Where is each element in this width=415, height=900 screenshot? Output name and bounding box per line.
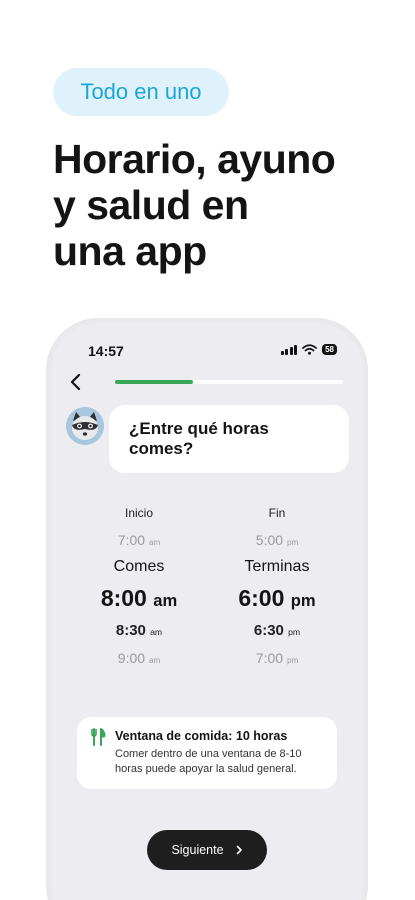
progress-bar xyxy=(115,380,343,384)
start-caption: Comes xyxy=(113,558,165,575)
question-text: ¿Entre qué horas comes? xyxy=(129,419,269,458)
signal-icon xyxy=(280,344,298,355)
end-column-label: Fin xyxy=(268,506,286,520)
status-icons: 58 xyxy=(280,344,337,355)
headline-line-2: y salud en xyxy=(53,182,249,228)
avatar xyxy=(66,407,104,445)
back-button[interactable] xyxy=(69,373,81,395)
status-time: 14:57 xyxy=(88,343,124,359)
info-body: Comer dentro de una ventana de 8-10 hora… xyxy=(115,748,302,775)
start-option[interactable]: 7:00 am xyxy=(69,532,209,548)
end-caption: Terminas xyxy=(244,558,310,575)
headline-line-1: Horario, ayuno xyxy=(53,136,336,182)
question-bubble: ¿Entre qué horas comes? xyxy=(109,405,349,473)
start-selected-time[interactable]: 8:00 am xyxy=(69,585,209,612)
chevron-left-icon xyxy=(70,373,81,391)
battery-icon: 58 xyxy=(322,344,337,355)
progress-fill xyxy=(115,380,193,384)
next-button[interactable]: Siguiente xyxy=(147,830,267,870)
end-option[interactable]: 5:00 pm xyxy=(207,532,347,548)
next-button-label: Siguiente xyxy=(171,843,224,857)
headline-line-3: una app xyxy=(53,228,207,274)
category-badge: Todo en uno xyxy=(53,68,229,116)
phone-mockup: 14:57 58 ¿Entre qué horas comes? Inicio … xyxy=(46,318,368,900)
info-title: Ventana de comida: 10 horas xyxy=(115,729,288,743)
chevron-right-icon xyxy=(236,845,242,855)
app-screen: 14:57 58 ¿Entre qué horas comes? Inicio … xyxy=(51,323,363,900)
fork-knife-icon xyxy=(91,728,106,746)
start-option[interactable]: 9:00 am xyxy=(69,650,209,666)
raccoon-mascot-icon xyxy=(66,407,104,445)
start-column-label: Inicio xyxy=(124,506,153,520)
start-option[interactable]: 8:30 am xyxy=(69,622,209,639)
end-option[interactable]: 7:00 pm xyxy=(207,650,347,666)
end-option[interactable]: 6:30 pm xyxy=(207,622,347,639)
page-headline: Horario, ayuno y salud en una app xyxy=(53,136,393,274)
info-card: Ventana de comida: 10 horas Comer dentro… xyxy=(77,717,337,789)
end-selected-time[interactable]: 6:00 pm xyxy=(207,585,347,612)
badge-label: Todo en uno xyxy=(80,79,202,104)
wifi-icon xyxy=(302,344,317,355)
